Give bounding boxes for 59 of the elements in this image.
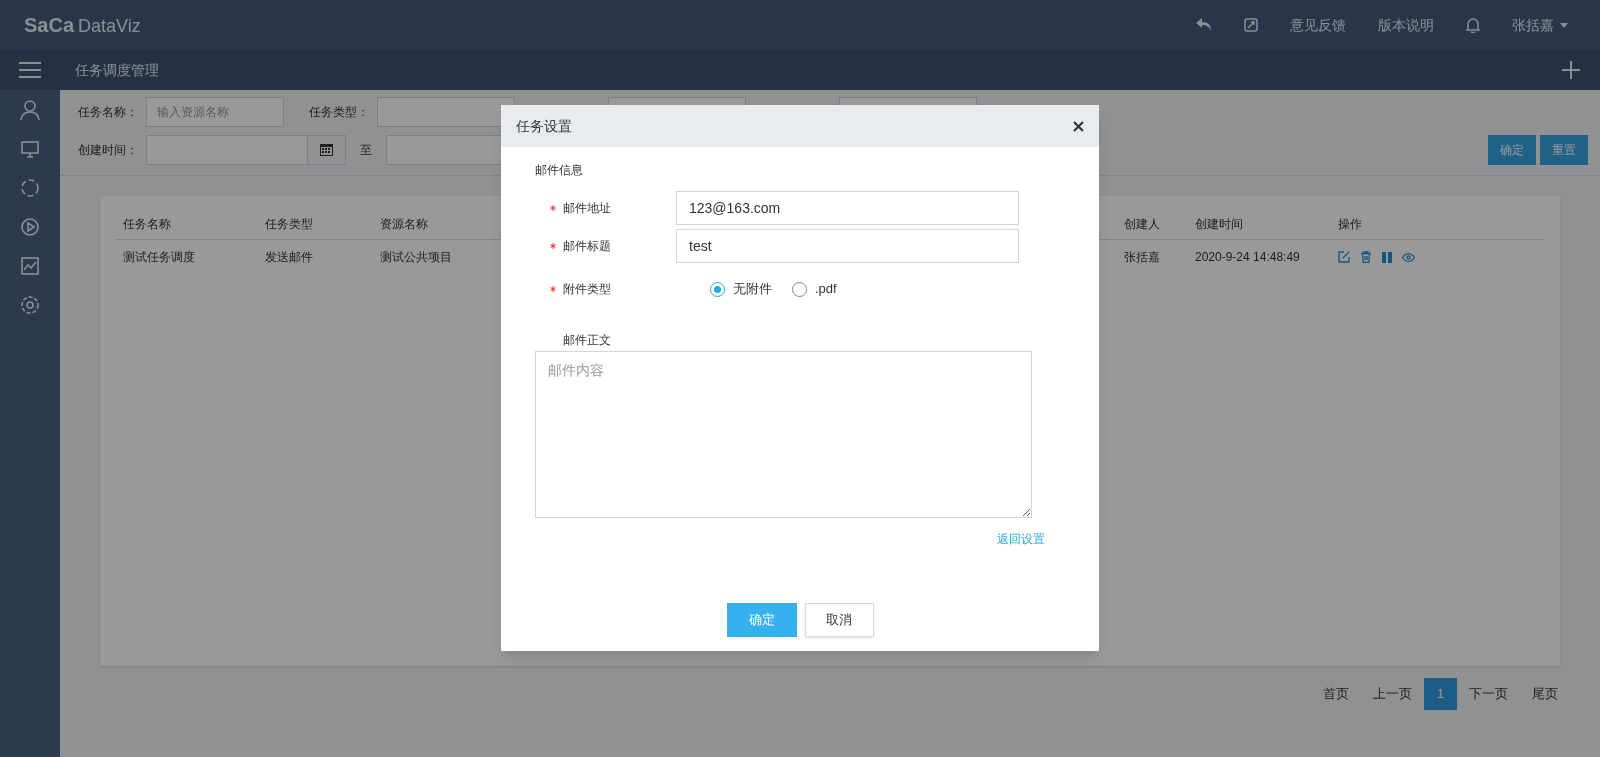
field-label: 邮件地址 [563,200,611,217]
eye-icon[interactable] [1402,252,1415,262]
user-icon[interactable] [20,100,40,120]
close-icon[interactable] [1073,120,1084,132]
table-cell-text: 张括嘉 [1124,249,1161,266]
column-header: 资源名称 [380,215,429,233]
play-icon[interactable] [20,217,40,237]
chart-icon[interactable] [20,256,40,276]
user-menu[interactable]: 张括嘉 [1512,14,1568,36]
section-title: 邮件信息 [535,162,584,179]
undo-icon[interactable] [1196,18,1212,32]
column-header: 任务名称 [123,215,172,233]
table-cell-text: 2020-9-24 14:48:49 [1195,249,1301,266]
page-button[interactable]: 上一页 [1361,678,1424,710]
monitor-icon[interactable] [20,139,40,159]
radio-option[interactable]: .pdf [792,279,837,299]
table-cell-text: 测试公共项目 [380,249,453,266]
trash-icon[interactable] [1360,251,1372,263]
cancel-button[interactable]: 取消 [804,603,874,637]
select-field[interactable] [377,97,515,127]
calendar-button[interactable] [308,135,346,165]
filter-label: 任务类型： [309,104,369,121]
page-button[interactable]: 首页 [1311,678,1361,710]
field-label: 邮件正文 [563,332,612,349]
menu-icon[interactable] [19,61,41,79]
expand-icon[interactable] [1244,18,1258,32]
page-button[interactable]: 尾页 [1520,678,1570,710]
field-label: 邮件标题 [563,238,611,255]
table-cell-text: 发送邮件 [265,249,314,266]
edit-icon[interactable] [1338,251,1350,263]
radio-option[interactable]: 无附件 [710,279,772,299]
filter-label: 任务名称： [78,104,138,121]
column-header: 操作 [1338,215,1363,233]
body-field[interactable]: 邮件内容 [535,351,1032,518]
text-field[interactable]: 123@163.com [676,191,1019,225]
text-field[interactable]: test [676,229,1019,263]
pause-icon[interactable] [1382,251,1392,263]
table-cell-text: 测试任务调度 [123,249,196,266]
filter-label: 创建时间： [78,142,138,159]
calendar-icon [320,144,333,156]
caret-icon [1560,22,1568,28]
header-link[interactable]: 意见反馈 [1290,14,1346,36]
add-icon[interactable] [1562,61,1580,79]
circle-dots-icon[interactable] [20,178,40,198]
separator-text: 至 [360,142,372,159]
back-to-settings-link[interactable]: 返回设置 [997,530,1045,548]
settings-icon[interactable] [20,295,40,315]
dialog-title: 任务设置 [516,116,572,136]
bell-icon[interactable] [1466,17,1480,33]
date-field[interactable] [146,135,308,165]
logo-text: SaCa [24,13,75,38]
page-button[interactable]: 下一页 [1457,678,1520,710]
field-label: 附件类型 [563,281,611,298]
page-title: 任务调度管理 [75,60,159,80]
product-name: DataViz [78,15,141,38]
column-header: 创建时间 [1195,215,1244,233]
column-header: 任务类型 [265,215,314,233]
header-link[interactable]: 版本说明 [1378,14,1434,36]
column-header: 创建人 [1124,215,1161,233]
